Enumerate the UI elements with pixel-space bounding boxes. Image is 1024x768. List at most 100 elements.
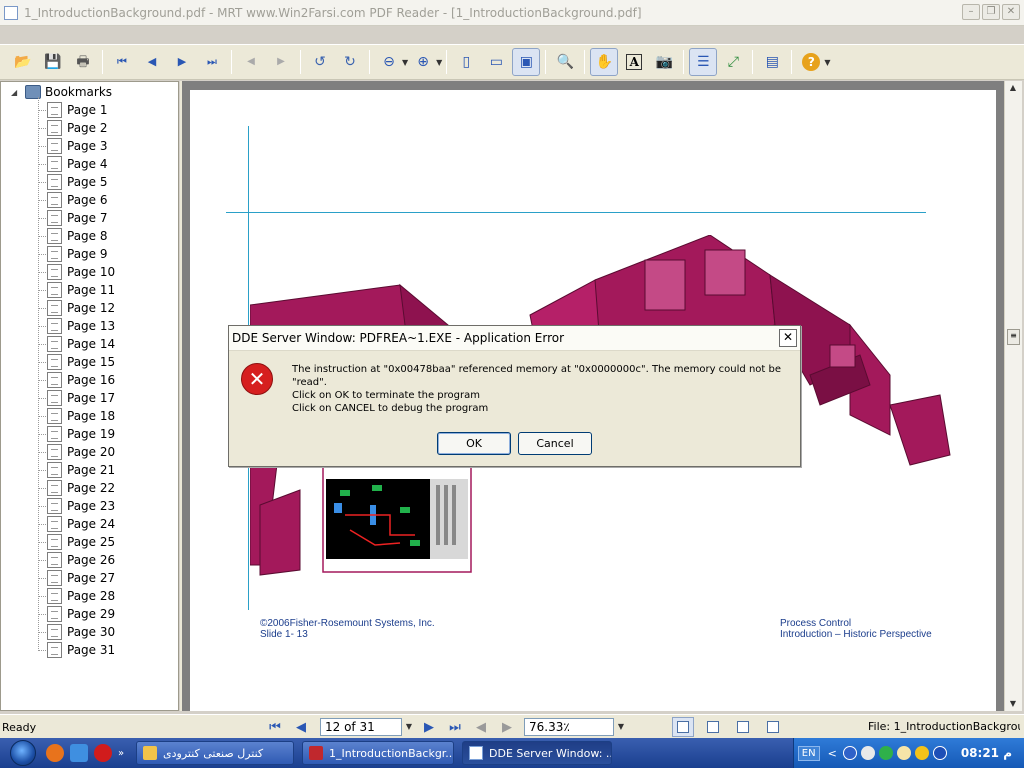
fit-width-button[interactable]: ▭	[482, 48, 510, 76]
bookmark-item[interactable]: Page 2	[38, 119, 178, 137]
first-page-button[interactable]: ⏮	[108, 48, 136, 76]
bookmark-item[interactable]: Page 9	[38, 245, 178, 263]
hand-tool-button[interactable]: ✋	[590, 48, 619, 76]
vertical-scrollbar[interactable]: ▲ ≡ ▼	[1004, 81, 1022, 711]
status-forward-icon[interactable]: ▶	[497, 717, 517, 737]
bookmark-item[interactable]: Page 30	[38, 623, 178, 641]
bookmark-item[interactable]: Page 5	[38, 173, 178, 191]
task-button-dde-server[interactable]: DDE Server Window: ...	[462, 741, 612, 765]
bookmark-item[interactable]: Page 15	[38, 353, 178, 371]
bookmark-item[interactable]: Page 6	[38, 191, 178, 209]
prev-page-button[interactable]: ◀	[138, 48, 166, 76]
open-button[interactable]: 📂	[9, 48, 37, 76]
status-last-page-icon[interactable]: ⏭	[445, 717, 465, 737]
collapse-icon[interactable]: ◢	[11, 88, 21, 97]
bookmark-item[interactable]: Page 10	[38, 263, 178, 281]
help-dropdown-icon[interactable]: ▼	[824, 58, 830, 67]
bookmark-item[interactable]: Page 3	[38, 137, 178, 155]
bookmark-item[interactable]: Page 14	[38, 335, 178, 353]
dialog-close-button[interactable]: ✕	[779, 329, 797, 347]
fit-page-button[interactable]: ▣	[512, 48, 541, 76]
status-prev-page-icon[interactable]: ◀	[291, 717, 311, 737]
status-first-page-icon[interactable]: ⏮	[265, 717, 285, 737]
bookmark-item[interactable]: Page 25	[38, 533, 178, 551]
next-page-button[interactable]: ▶	[168, 48, 196, 76]
clock[interactable]: 08:21 م	[961, 746, 1012, 760]
bookmarks-pane[interactable]: ◢ Bookmarks Page 1 Page 2 Page 3 Page 4 Page…	[0, 81, 179, 711]
bookmark-item[interactable]: Page 13	[38, 317, 178, 335]
tray-sun-icon[interactable]	[914, 746, 929, 760]
status-next-page-icon[interactable]: ▶	[419, 717, 439, 737]
bookmark-item[interactable]: Page 21	[38, 461, 178, 479]
bookmark-item[interactable]: Page 8	[38, 227, 178, 245]
zoom-in-button[interactable]: ⊕	[409, 48, 437, 76]
ok-button[interactable]: OK	[437, 432, 511, 455]
actual-size-button[interactable]: ▯	[452, 48, 480, 76]
bookmark-item[interactable]: Page 22	[38, 479, 178, 497]
quick-launch-ie-icon[interactable]	[70, 744, 88, 762]
tray-network-icon[interactable]	[878, 746, 893, 760]
zoom-in-dropdown-icon[interactable]: ▼	[436, 58, 442, 67]
bluetooth-icon[interactable]	[932, 746, 947, 760]
find-button[interactable]: 🔍	[551, 48, 579, 76]
bookmark-item[interactable]: Page 19	[38, 425, 178, 443]
bookmark-item[interactable]: Page 11	[38, 281, 178, 299]
bookmark-item[interactable]: Page 12	[38, 299, 178, 317]
continuous-view-button[interactable]	[702, 717, 724, 737]
status-back-icon[interactable]: ◀	[471, 717, 491, 737]
scroll-thumb[interactable]: ≡	[1007, 329, 1020, 345]
bookmark-item[interactable]: Page 1	[38, 101, 178, 119]
zoom-field[interactable]: 76.33٪	[524, 718, 614, 736]
zoom-out-dropdown-icon[interactable]: ▼	[402, 58, 408, 67]
tray-sync-icon[interactable]	[860, 746, 875, 760]
quick-launch-firefox-icon[interactable]	[46, 744, 64, 762]
continuous-facing-view-button[interactable]	[762, 717, 784, 737]
back-button[interactable]: ◀	[237, 48, 265, 76]
print-button[interactable]: 🖶	[69, 48, 97, 76]
bookmark-item[interactable]: Page 28	[38, 587, 178, 605]
help-button[interactable]: ?	[797, 48, 825, 76]
rotate-right-button[interactable]: ↻	[336, 48, 364, 76]
bookmark-item[interactable]: Page 23	[38, 497, 178, 515]
scroll-down-icon[interactable]: ▼	[1005, 697, 1021, 711]
task-button-pdf-reader[interactable]: 1_IntroductionBackgr...	[302, 741, 454, 765]
page-number-field[interactable]: 12 of 31	[320, 718, 402, 736]
bookmark-item[interactable]: Page 17	[38, 389, 178, 407]
full-screen-button[interactable]: ⤢	[719, 48, 747, 76]
tray-status-icon[interactable]	[896, 746, 911, 760]
bookmark-item[interactable]: Page 20	[38, 443, 178, 461]
rotate-left-button[interactable]: ↺	[306, 48, 334, 76]
properties-button[interactable]: ▤	[758, 48, 786, 76]
bookmark-item[interactable]: Page 29	[38, 605, 178, 623]
page-dropdown-icon[interactable]: ▼	[402, 718, 416, 736]
bookmark-item[interactable]: Page 27	[38, 569, 178, 587]
quick-launch-opera-icon[interactable]	[94, 744, 112, 762]
bookmark-item[interactable]: Page 24	[38, 515, 178, 533]
bookmark-item[interactable]: Page 16	[38, 371, 178, 389]
restore-button[interactable]: ❐	[982, 4, 1000, 20]
task-button-folder[interactable]: کنترل صنعتی کنترودی	[136, 741, 294, 765]
scroll-up-icon[interactable]: ▲	[1005, 81, 1021, 95]
zoom-out-button[interactable]: ⊖	[375, 48, 403, 76]
snapshot-button[interactable]: 📷	[650, 48, 678, 76]
minimize-button[interactable]: –	[962, 4, 980, 20]
bookmark-item[interactable]: Page 4	[38, 155, 178, 173]
bookmark-item[interactable]: Page 7	[38, 209, 178, 227]
single-page-view-button[interactable]	[672, 717, 694, 737]
tray-app-icon[interactable]	[842, 746, 857, 760]
start-button[interactable]	[6, 738, 40, 768]
last-page-button[interactable]: ⏭	[198, 48, 226, 76]
bookmark-item[interactable]: Page 26	[38, 551, 178, 569]
facing-view-button[interactable]	[732, 717, 754, 737]
language-indicator[interactable]: EN	[797, 745, 820, 761]
bookmark-item[interactable]: Page 31	[38, 641, 178, 659]
zoom-dropdown-icon[interactable]: ▼	[614, 718, 628, 736]
bookmark-item[interactable]: Page 18	[38, 407, 178, 425]
forward-button[interactable]: ▶	[267, 48, 295, 76]
quick-launch-more-icon[interactable]: »	[118, 748, 128, 759]
cancel-button[interactable]: Cancel	[518, 432, 592, 455]
tray-expand-icon[interactable]: <	[828, 747, 837, 760]
save-button[interactable]: 💾	[39, 48, 67, 76]
close-button[interactable]: ✕	[1002, 4, 1020, 20]
bookmarks-panel-button[interactable]: ☰	[689, 48, 718, 76]
